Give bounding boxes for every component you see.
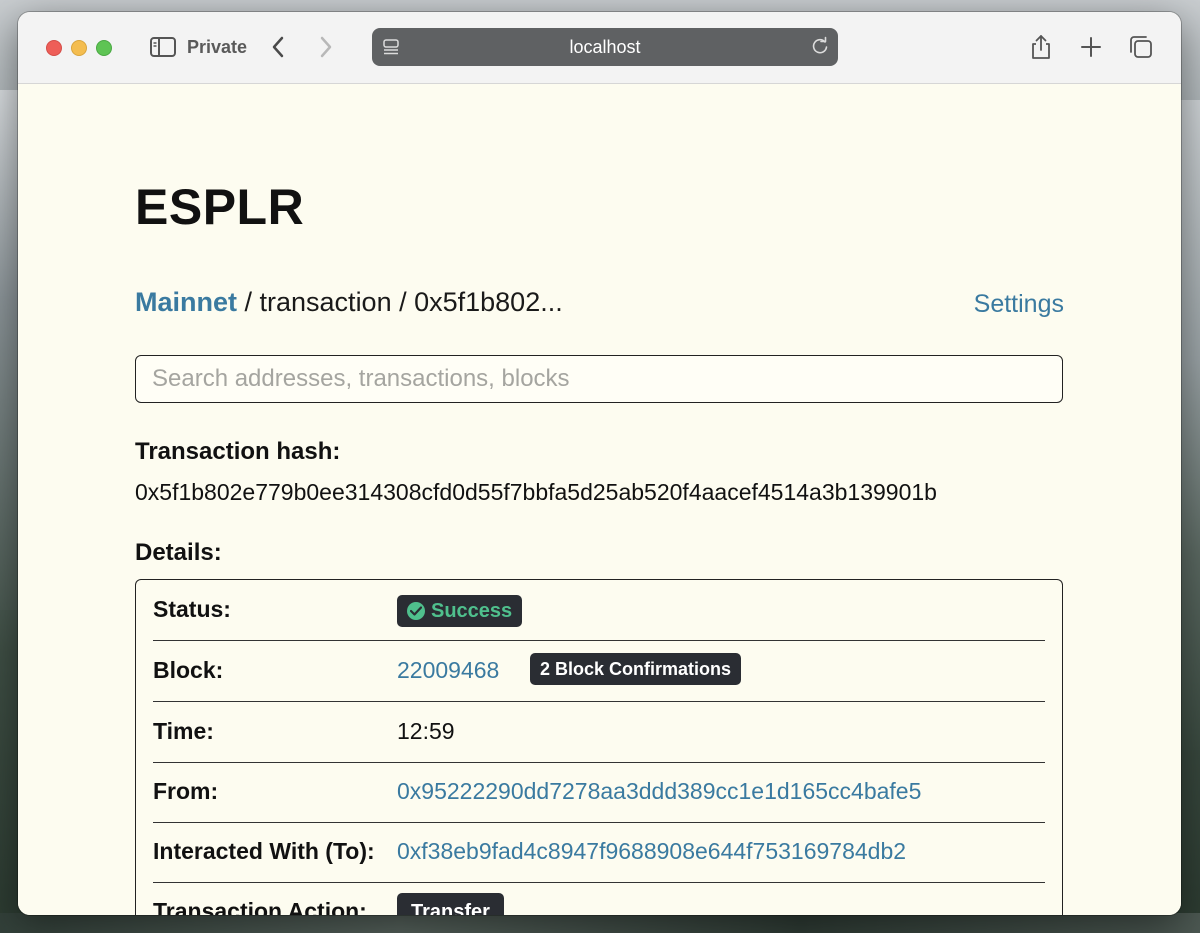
desktop-background-left: [0, 90, 20, 610]
time-label: Time:: [153, 718, 214, 744]
from-row: From: 0x95222290dd7278aa3ddd389cc1e1d165…: [153, 762, 1045, 823]
status-row: Status: Success: [153, 580, 1045, 641]
from-label: From:: [153, 778, 219, 804]
details-table: Status: Success Block: 22009468 2 Block …: [135, 579, 1063, 915]
breadcrumb-path: / transaction / 0x5f1b802...: [237, 287, 563, 317]
status-label: Status:: [153, 596, 231, 622]
minimize-window-button[interactable]: [71, 40, 87, 56]
close-window-button[interactable]: [46, 40, 62, 56]
time-row: Time: 12:59: [153, 702, 1045, 763]
block-confirmations-badge: 2 Block Confirmations: [530, 653, 742, 685]
site-brand[interactable]: ESPLR: [135, 178, 304, 236]
from-address-link[interactable]: 0x95222290dd7278aa3ddd389cc1e1d165cc4baf…: [397, 778, 921, 805]
time-value: 12:59: [397, 718, 455, 744]
status-value: Success: [431, 600, 513, 622]
block-row: Block: 22009468 2 Block Confirmations: [153, 641, 1045, 702]
url-text: localhost: [569, 37, 641, 57]
breadcrumb: Mainnet / transaction / 0x5f1b802...: [135, 287, 563, 318]
block-number-link[interactable]: 22009468: [397, 657, 499, 684]
new-tab-icon[interactable]: [1078, 34, 1104, 60]
browser-window: Private localhost ESPLR Mainnet / transa…: [18, 12, 1181, 915]
address-bar[interactable]: localhost: [372, 28, 838, 66]
details-heading: Details:: [135, 539, 222, 566]
sidebar-toggle-icon[interactable]: [150, 36, 176, 58]
transaction-hash-value: 0x5f1b802e779b0ee314308cfd0d55f7bbfa5d25…: [135, 479, 937, 505]
chevron-right-icon: [320, 36, 332, 58]
block-label: Block:: [153, 657, 224, 683]
to-address-link[interactable]: 0xf38eb9fad4c8947f9688908e644f753169784d…: [397, 838, 906, 865]
zoom-window-button[interactable]: [96, 40, 112, 56]
settings-link[interactable]: Settings: [974, 290, 1064, 319]
action-row: Transaction Action: Transfer: [153, 882, 1045, 915]
desktop-background-right: [1178, 100, 1200, 750]
transaction-hash-heading: Transaction hash:: [135, 438, 341, 465]
desktop-background-bottom: [0, 913, 1200, 933]
to-label: Interacted With (To):: [153, 838, 375, 864]
breadcrumb-network-link[interactable]: Mainnet: [135, 287, 237, 317]
action-badge: Transfer: [397, 893, 504, 915]
back-button[interactable]: [270, 34, 286, 64]
page-content: ESPLR Mainnet / transaction / 0x5f1b802.…: [18, 84, 1181, 915]
search-input[interactable]: [135, 355, 1063, 403]
forward-button[interactable]: [318, 34, 334, 64]
share-icon[interactable]: [1028, 34, 1054, 60]
action-label: Transaction Action:: [153, 898, 367, 915]
check-circle-icon: [407, 602, 425, 620]
to-row: Interacted With (To): 0xf38eb9fad4c8947f…: [153, 822, 1045, 883]
tab-overview-icon[interactable]: [1128, 34, 1154, 60]
status-badge: Success: [397, 595, 523, 627]
private-mode-label: Private: [187, 37, 248, 57]
chevron-left-icon: [272, 36, 284, 58]
browser-toolbar: Private localhost: [18, 12, 1181, 84]
reload-icon[interactable]: [810, 36, 830, 56]
